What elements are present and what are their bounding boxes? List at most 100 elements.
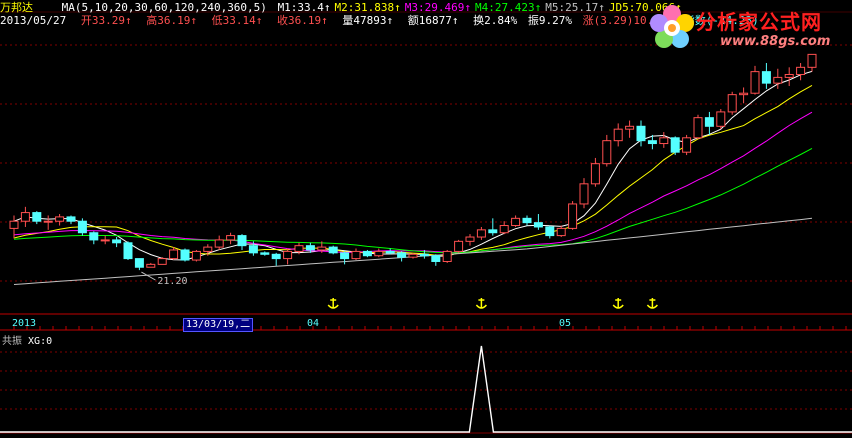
ma-value-2: M2:31.838↑ [334,1,401,14]
date-label-may: 05 [559,318,572,329]
indicator-label: 共振 XG:0 [2,332,52,347]
candle-down [180,249,190,261]
candle-up [716,111,726,127]
anchor-icon [612,298,624,309]
candle-up [579,183,589,205]
candle-up [568,203,578,229]
ma2-line [13,84,813,256]
up-arrow-icon [125,14,132,27]
candle-up [750,71,760,94]
candle-up [317,246,327,251]
indicator-title: 共振 [2,336,22,347]
up-arrow-icon [256,14,263,27]
candle-up [659,137,669,145]
candle-up [556,227,566,237]
ma-value-3: M3:29.469↑ [404,1,472,14]
candle-down [305,245,315,251]
candle-down [522,217,532,224]
candle-down [761,71,771,84]
candle-up [693,117,703,139]
indicator-series: XG:0 [28,336,53,347]
ma-values: M1:33.4↑ M2:31.838↑ M3:29.469↑ M4:27.423↑ M5… [278,1,686,14]
candle-down [636,125,646,142]
candle-up [465,236,475,242]
date-cursor-label[interactable]: 13/03/19,二 [183,318,254,332]
candle-up [476,229,486,238]
candle-down [66,216,76,222]
candle-up [294,245,304,252]
candle-down [385,250,395,254]
low-pointer-line [141,271,156,281]
ma-header: 万邦达 MA(5,10,20,30,60,120,240,360,5) M1:3… [0,1,690,15]
candle-down [397,252,407,258]
candle-up [602,140,612,165]
site-logo: 分析家公式网 www.88gs.com [648,2,848,54]
quote-amplitude: 振9.27% [527,14,572,27]
quote-volume: 量47893 [342,14,397,27]
candle-up [625,125,635,130]
candle-down [647,140,657,145]
candle-up [773,76,783,84]
candle-up [511,217,521,227]
flower-logo-icon [650,5,694,48]
candle-up [499,225,509,234]
quote-high: 高36.19 [146,14,201,27]
stock-chart-window[interactable]: 21.20 万邦达 MA(5,10,20,30,60,120,240,360,5… [0,0,852,438]
quote-low: 低33.14 [212,14,267,27]
candle-up [727,94,737,113]
candle-down [32,212,42,222]
logo-url: www.88gs.com [720,34,831,49]
candle-down [431,255,441,262]
candle-down [77,220,87,234]
candle-down [328,246,338,254]
candle-up [408,253,418,258]
up-arrow-icon [190,14,197,27]
quote-amount: 额16877 [408,14,463,27]
candle-up [739,92,749,96]
low-price-label: 21.20 [157,276,187,287]
quote-date: 2013/05/27 [0,14,67,27]
candle-up [43,220,53,223]
candle-down [112,239,122,244]
ma-value-5: M5:25.17↑ [545,1,605,14]
candle-up [807,53,817,68]
anchor-icon [327,298,339,309]
candle-up [682,137,692,153]
candle-up [191,250,201,261]
anchor-icon [646,298,658,309]
candle-up [613,128,623,142]
candle-down [488,229,498,234]
candle-down [248,245,258,254]
candle-down [237,235,247,247]
quote-turnover: 换2.84% [473,14,518,27]
stock-name: 万邦达 [0,1,33,14]
candle-down [362,250,372,257]
candle-down [123,242,133,260]
ma-params: MA(5,10,20,30,60,120,240,360,5) [61,1,267,14]
quote-open: 开33.29 [81,14,136,27]
anchor-icon [475,298,487,309]
ma-value-4: M4:27.423↑ [475,1,542,14]
candle-up [374,250,384,257]
logo-title: 分析家公式网 [696,10,822,34]
candle-up [100,239,110,242]
ma1-line [13,70,813,261]
candle-up [9,220,19,229]
date-label-april: 04 [307,318,320,329]
chart-canvas[interactable]: 21.20 [0,0,852,438]
candle-up [442,250,452,262]
candle-up [454,240,464,252]
candle-down [533,222,543,228]
candle-up [283,250,293,260]
candle-down [260,252,270,255]
resonance-signal-line [0,345,852,433]
ma-value-1: M1:33.4↑ [277,1,331,14]
candle-down [670,137,680,153]
candle-up [157,258,167,265]
candle-up [226,235,236,241]
date-label-year: 2013 [12,318,37,329]
up-arrow-icon [386,14,393,27]
up-arrow-icon [321,14,328,27]
candle-down [545,226,555,237]
candle-down [340,252,350,260]
